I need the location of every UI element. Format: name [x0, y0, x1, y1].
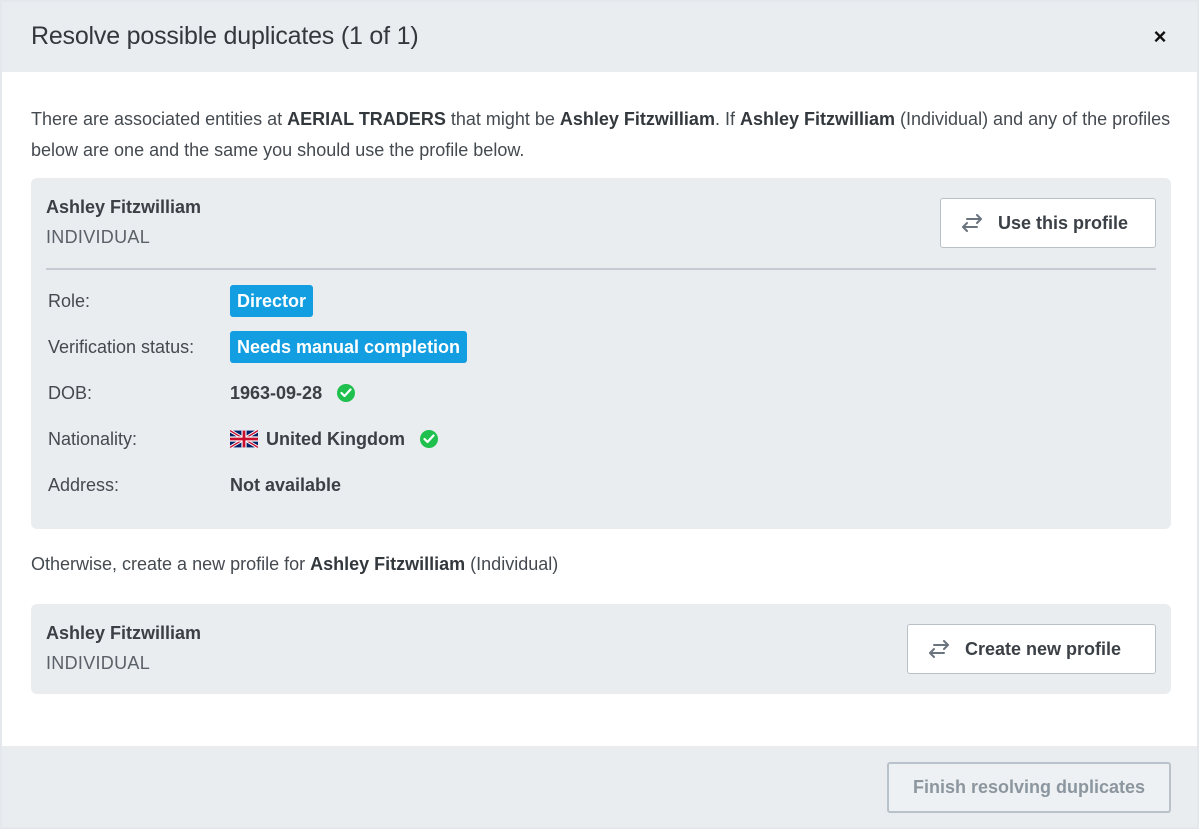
intro-text: There are associated entities at AERIAL …: [31, 104, 1171, 166]
role-row: Role: Director: [48, 284, 314, 318]
dob-value: 1963-09-28: [230, 382, 323, 403]
address-row: Address: Not available: [48, 468, 341, 502]
use-this-profile-label: Use this profile: [998, 212, 1129, 233]
dialog-title: Resolve possible duplicates (1 of 1): [31, 22, 419, 50]
intro-text-part: . If: [714, 109, 740, 129]
otherwise-text: Otherwise, create a new profile for Ashl…: [31, 554, 558, 575]
nationality-row: Nationality: United Kingdom: [48, 422, 438, 456]
profile-name: Ashley Fitzwilliam: [46, 623, 202, 643]
swap-arrows-icon: [961, 214, 983, 232]
role-label: Role:: [48, 290, 91, 311]
address-label: Address:: [48, 474, 120, 495]
verification-badge: Needs manual completion: [230, 331, 468, 363]
dialog-header: Resolve possible duplicates (1 of 1) ×: [2, 2, 1197, 72]
verification-label: Verification status:: [48, 336, 195, 357]
profile-type: INDIVIDUAL: [46, 227, 151, 247]
use-this-profile-button[interactable]: Use this profile: [940, 198, 1156, 248]
person-name: Ashley Fitzwilliam: [559, 109, 715, 129]
profile-type: INDIVIDUAL: [46, 653, 151, 673]
card-divider: [46, 268, 1156, 270]
intro-text-part: that might be: [445, 109, 560, 129]
profile-name: Ashley Fitzwilliam: [46, 197, 202, 217]
dob-label: DOB:: [48, 382, 93, 403]
swap-arrows-icon: [928, 640, 950, 658]
otherwise-text-part: Otherwise, create a new profile for: [31, 554, 311, 574]
close-icon[interactable]: ×: [1149, 26, 1171, 48]
nationality-label: Nationality:: [48, 428, 138, 449]
finish-resolving-duplicates-button[interactable]: Finish resolving duplicates: [887, 762, 1171, 813]
address-value: Not available: [230, 474, 342, 495]
existing-profile-card: Ashley Fitzwilliam INDIVIDUAL Use this p…: [31, 178, 1171, 529]
check-circle-icon: [337, 384, 356, 402]
uk-flag-icon: [229, 429, 259, 449]
person-name: Ashley Fitzwilliam: [310, 554, 466, 574]
create-new-profile-label: Create new profile: [965, 638, 1122, 659]
intro-text-part: There are associated entities at: [31, 109, 288, 129]
otherwise-text-part: (Individual): [465, 554, 559, 574]
new-profile-card: Ashley Fitzwilliam INDIVIDUAL Create new…: [31, 604, 1171, 694]
create-new-profile-button[interactable]: Create new profile: [907, 624, 1156, 674]
person-name: Ashley Fitzwilliam: [739, 109, 896, 129]
nationality-value: United Kingdom: [266, 428, 405, 449]
resolve-duplicates-dialog: Resolve possible duplicates (1 of 1) × T…: [0, 0, 1199, 829]
role-badge: Director: [230, 285, 314, 317]
company-name: AERIAL TRADERS: [287, 109, 446, 129]
dialog-footer: Finish resolving duplicates: [2, 746, 1197, 827]
check-circle-icon: [419, 430, 438, 448]
verification-row: Verification status: Needs manual comple…: [48, 330, 468, 364]
dob-row: DOB: 1963-09-28: [48, 376, 356, 410]
